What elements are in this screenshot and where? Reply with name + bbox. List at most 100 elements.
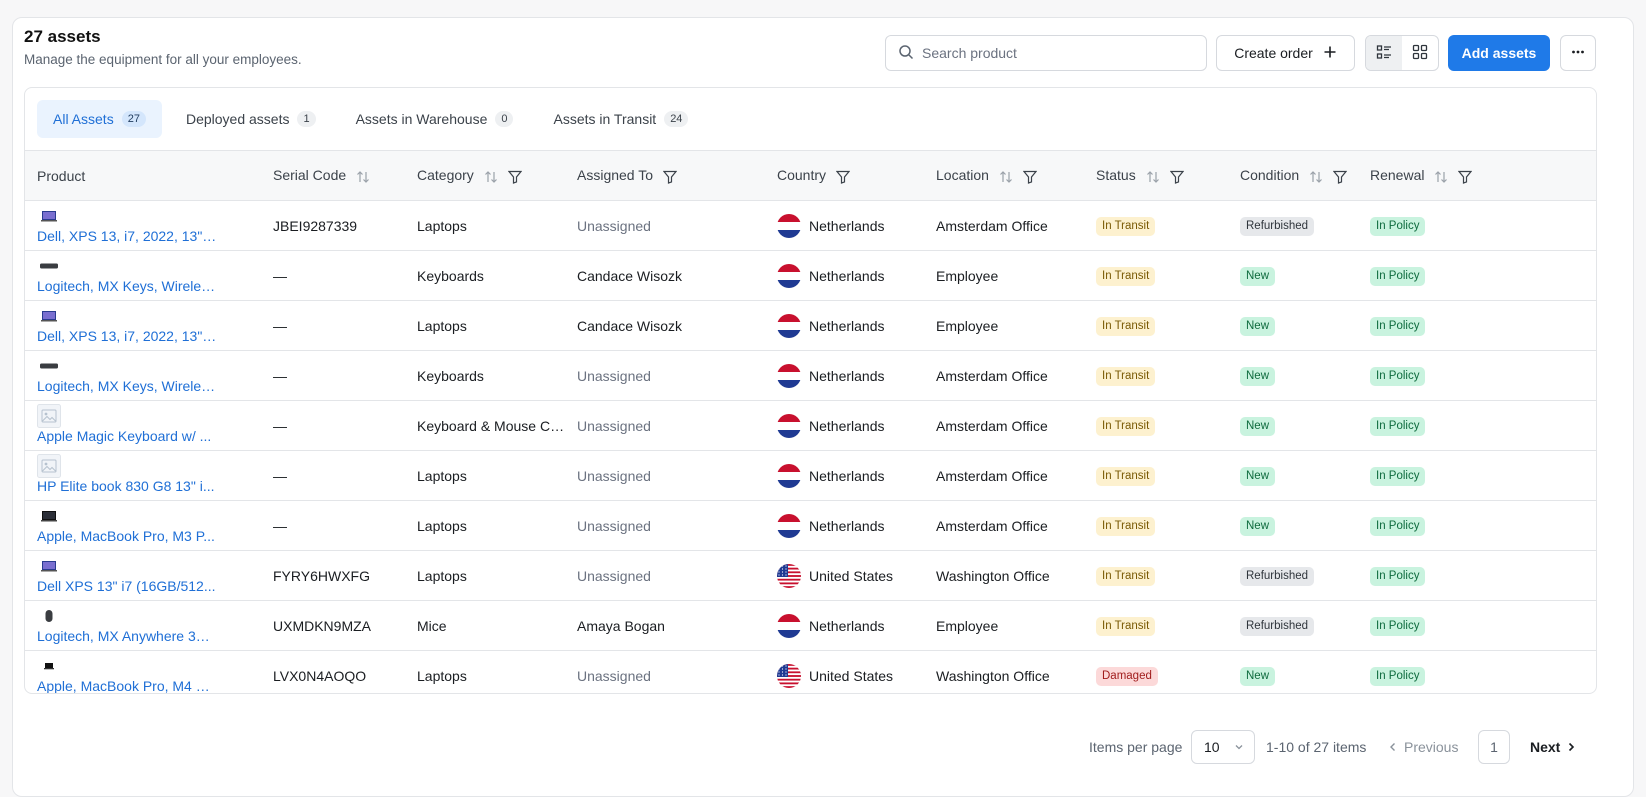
column-header-location[interactable]: Location — [924, 151, 1084, 201]
search-box[interactable] — [885, 35, 1207, 71]
view-toggle — [1365, 35, 1439, 71]
condition-cell: New — [1228, 401, 1358, 451]
search-input[interactable] — [922, 45, 1192, 61]
nl-flag-icon — [777, 413, 801, 438]
filter-icon[interactable] — [1022, 168, 1038, 185]
us-flag-icon — [777, 563, 801, 588]
items-per-page-select[interactable]: 10 — [1191, 730, 1255, 764]
renewal-badge: In Policy — [1370, 416, 1426, 436]
product-link[interactable]: Logitech, MX Keys, Wireles... — [37, 278, 219, 294]
column-header-serial[interactable]: Serial Code — [261, 151, 405, 201]
table-row[interactable]: Apple, MacBook Pro, M3 P... — Laptops Unass… — [25, 501, 1596, 551]
product-cell: Logitech, MX Keys, Wireles... — [25, 351, 261, 401]
product-link[interactable]: Dell XPS 13" i7 (16GB/512... — [37, 578, 216, 594]
table-row[interactable]: Apple, MacBook Pro, M4 M... LVX0N4AOQO Lap… — [25, 651, 1596, 693]
column-header-assigned[interactable]: Assigned To — [565, 151, 765, 201]
column-header-country[interactable]: Country — [765, 151, 924, 201]
serial-code-cell: — — [273, 417, 287, 434]
sort-icon[interactable] — [1309, 168, 1323, 184]
country-cell: Netherlands — [765, 301, 924, 351]
condition-cell: Refurbished — [1228, 201, 1358, 251]
filter-icon[interactable] — [1332, 168, 1348, 185]
status-badge: Damaged — [1096, 666, 1158, 686]
country-name: Netherlands — [809, 517, 885, 534]
more-options-button[interactable] — [1560, 35, 1596, 71]
product-thumbnail — [37, 404, 61, 428]
grid-view-button[interactable] — [1402, 36, 1438, 70]
filter-icon[interactable] — [507, 168, 523, 185]
next-page-button[interactable]: Next — [1530, 730, 1576, 764]
column-header-renewal[interactable]: Renewal — [1358, 151, 1596, 201]
serial-code-cell: — — [273, 367, 287, 384]
page-subtitle: Manage the equipment for all your employ… — [24, 52, 302, 67]
table-row[interactable]: Dell, XPS 13, i7, 2022, 13", ... JBEI9287… — [25, 201, 1596, 251]
table-row[interactable]: Dell XPS 13" i7 (16GB/512... FYRY6HWXFG La… — [25, 551, 1596, 601]
filter-icon[interactable] — [835, 168, 851, 185]
tab-assets-in-transit[interactable]: Assets in Transit 24 — [537, 100, 704, 138]
serial-code-cell: JBEI9287339 — [273, 217, 358, 234]
sort-icon[interactable] — [1146, 168, 1160, 184]
column-header-category[interactable]: Category — [405, 151, 565, 201]
product-link[interactable]: HP Elite book 830 G8 13" i... — [37, 478, 214, 494]
product-link[interactable]: Dell, XPS 13, i7, 2022, 13", ... — [37, 328, 219, 344]
filter-icon[interactable] — [1169, 168, 1184, 185]
sort-icon[interactable] — [484, 168, 498, 184]
location-cell: Washington Office — [936, 567, 1050, 584]
table-row[interactable]: Dell, XPS 13, i7, 2022, 13", ... — Laptops… — [25, 301, 1596, 351]
assigned-to-cell: Candace Wisozk — [577, 317, 683, 334]
category-cell: Keyboards — [417, 267, 484, 284]
list-view-button[interactable] — [1366, 36, 1402, 70]
product-cell: Apple, MacBook Pro, M3 P... — [25, 501, 261, 551]
product-cell: HP Elite book 830 G8 13" i... — [25, 451, 261, 501]
product-link[interactable]: Apple Magic Keyboard w/ ... — [37, 428, 211, 444]
product-cell: Logitech, MX Anywhere 3S ... — [25, 601, 261, 651]
status-badge: In Transit — [1096, 616, 1156, 636]
us-flag-icon — [777, 663, 801, 688]
status-cell: In Transit — [1084, 501, 1228, 551]
sort-icon[interactable] — [356, 168, 370, 184]
filter-icon[interactable] — [1458, 168, 1473, 185]
location-cell: Amsterdam Office — [936, 367, 1048, 384]
items-per-page-value: 10 — [1204, 739, 1220, 755]
product-link[interactable]: Logitech, MX Keys, Wireles... — [37, 378, 219, 394]
status-cell: In Transit — [1084, 451, 1228, 501]
column-header-status[interactable]: Status — [1084, 151, 1228, 201]
table-row[interactable]: Logitech, MX Keys, Wireles... — Keyboards C… — [25, 251, 1596, 301]
column-header-product[interactable]: Product — [25, 151, 261, 201]
sort-icon[interactable] — [1434, 168, 1448, 184]
renewal-cell: In Policy — [1358, 601, 1596, 651]
filter-icon[interactable] — [662, 168, 678, 185]
product-thumbnail — [37, 304, 61, 328]
tab-label: Assets in Warehouse — [355, 111, 488, 127]
condition-cell: Refurbished — [1228, 601, 1358, 651]
table-row[interactable]: HP Elite book 830 G8 13" i... — Laptops Una… — [25, 451, 1596, 501]
product-link[interactable]: Dell, XPS 13, i7, 2022, 13", ... — [37, 228, 219, 244]
product-link[interactable]: Apple, MacBook Pro, M3 P... — [37, 528, 215, 544]
status-cell: In Transit — [1084, 251, 1228, 301]
table-row[interactable]: Logitech, MX Anywhere 3S ... UXMDKN9MZA Mi… — [25, 601, 1596, 651]
previous-page-button[interactable]: Previous — [1388, 730, 1458, 764]
tab-count-badge: 24 — [664, 111, 689, 127]
tab-deployed-assets[interactable]: Deployed assets 1 — [170, 100, 332, 138]
sort-icon[interactable] — [999, 168, 1013, 184]
product-link[interactable]: Apple, MacBook Pro, M4 M... — [37, 678, 219, 693]
column-header-condition[interactable]: Condition — [1228, 151, 1358, 201]
create-order-button[interactable]: Create order — [1216, 35, 1355, 71]
renewal-badge: In Policy — [1370, 566, 1426, 586]
tab-all-assets[interactable]: All Assets 27 — [37, 100, 162, 138]
page-number-button[interactable]: 1 — [1478, 730, 1510, 764]
product-link[interactable]: Logitech, MX Anywhere 3S ... — [37, 628, 219, 644]
page-title: 27 assets — [24, 27, 101, 46]
status-cell: In Transit — [1084, 551, 1228, 601]
serial-code-cell: UXMDKN9MZA — [273, 617, 372, 634]
plus-icon — [1323, 45, 1337, 62]
table-row[interactable]: Logitech, MX Keys, Wireles... — Keyboards U… — [25, 351, 1596, 401]
renewal-cell: In Policy — [1358, 251, 1596, 301]
nl-flag-icon — [777, 463, 801, 488]
add-assets-button[interactable]: Add assets — [1448, 35, 1550, 71]
assigned-to-cell: Unassigned — [577, 517, 651, 534]
tab-label: All Assets — [53, 111, 114, 127]
serial-code-cell: FYRY6HWXFG — [273, 567, 370, 584]
table-row[interactable]: Apple Magic Keyboard w/ ... — Keyboard & M… — [25, 401, 1596, 451]
tab-assets-in-warehouse[interactable]: Assets in Warehouse 0 — [340, 100, 530, 138]
